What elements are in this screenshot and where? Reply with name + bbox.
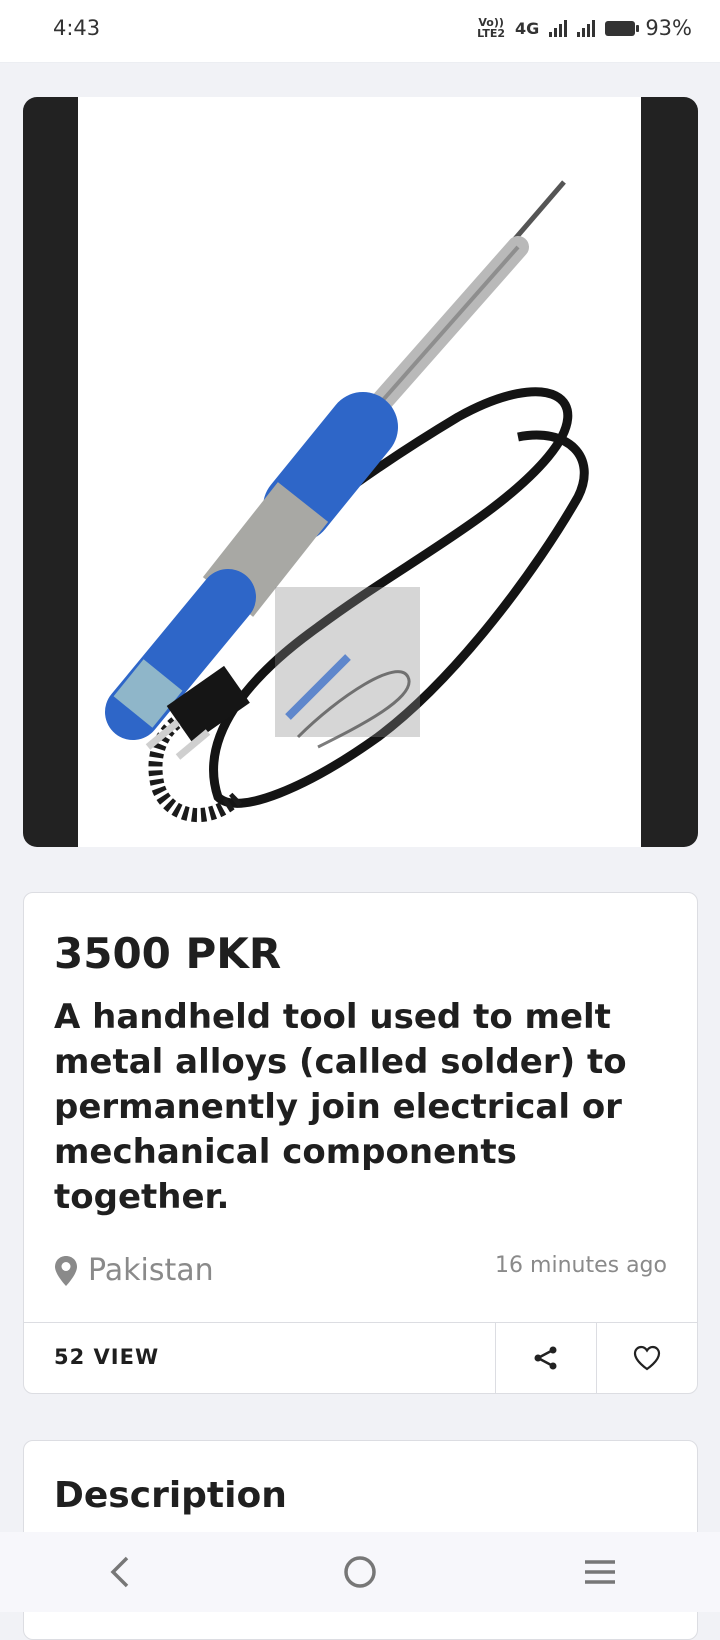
view-count: 52 VIEW (54, 1345, 160, 1369)
description-heading: Description (54, 1475, 287, 1516)
home-circle-icon (344, 1556, 376, 1588)
location: Pakistan (54, 1253, 214, 1288)
lte-label: LTE2 (477, 27, 506, 40)
home-button[interactable] (330, 1542, 390, 1602)
battery-icon (605, 20, 640, 36)
favorite-button[interactable] (596, 1323, 697, 1393)
heart-icon (633, 1345, 661, 1371)
status-time: 4:43 (53, 16, 101, 40)
product-image (78, 97, 641, 847)
listing-actions: 52 VIEW (24, 1322, 697, 1393)
status-indicators: Vo)) LTE2 4G 93% (477, 16, 692, 40)
menu-lines-icon (585, 1560, 615, 1584)
signal-icon-2 (577, 19, 596, 37)
listing-title: A handheld tool used to melt metal alloy… (54, 997, 627, 1217)
listing-info-card: 3500 PKR A handheld tool used to melt me… (23, 892, 698, 1394)
price: 3500 PKR (54, 929, 282, 978)
location-text: Pakistan (88, 1253, 214, 1288)
share-button[interactable] (495, 1323, 596, 1393)
volte-indicator: Vo)) LTE2 (477, 17, 505, 39)
posted-time: 16 minutes ago (495, 1253, 667, 1278)
product-image-card[interactable] (23, 97, 698, 847)
soldering-iron-photo (105, 180, 589, 822)
network-type: 4G (515, 18, 540, 38)
signal-icon (549, 19, 568, 37)
share-icon (534, 1346, 557, 1370)
back-button[interactable] (90, 1542, 150, 1602)
battery-percent: 93% (645, 16, 692, 40)
recents-button[interactable] (570, 1542, 630, 1602)
system-navigation-bar (0, 1532, 720, 1612)
status-bar: 4:43 Vo)) LTE2 4G 93% (0, 0, 720, 63)
back-chevron-icon (110, 1556, 129, 1588)
map-pin-icon (55, 1255, 77, 1286)
